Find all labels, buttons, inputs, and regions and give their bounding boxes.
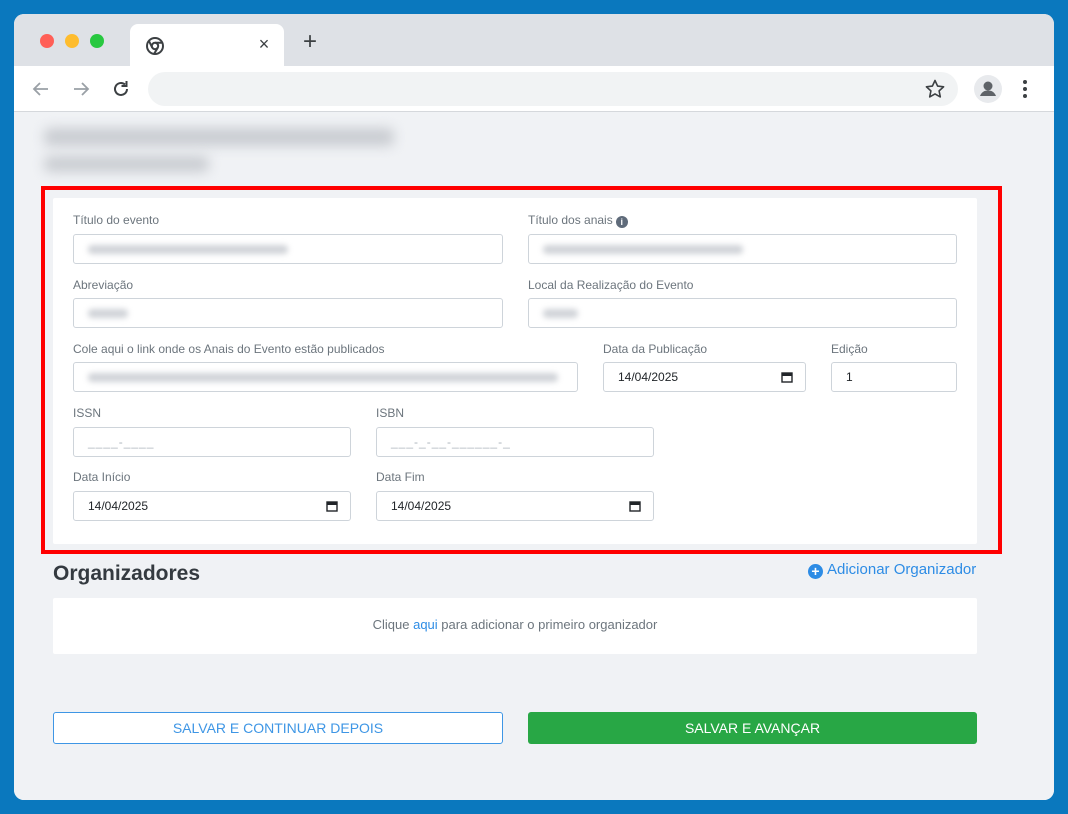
plus-circle-icon: + bbox=[808, 564, 823, 579]
issn-placeholder: ____-____ bbox=[88, 435, 155, 449]
new-tab-button[interactable]: + bbox=[300, 30, 320, 54]
chrome-icon bbox=[146, 37, 164, 55]
abreviacao-label: Abreviação bbox=[73, 278, 134, 292]
data-inicio-input[interactable]: 14/04/2025 bbox=[73, 491, 351, 521]
calendar-icon[interactable] bbox=[629, 500, 641, 512]
more-options-icon[interactable] bbox=[1017, 78, 1033, 100]
isbn-placeholder: ___-_-__-______-_ bbox=[391, 435, 511, 449]
back-arrow-icon[interactable] bbox=[30, 78, 52, 100]
data-publicacao-value: 14/04/2025 bbox=[618, 370, 679, 384]
save-continue-later-button[interactable]: SALVAR E CONTINUAR DEPOIS bbox=[53, 712, 503, 744]
minimize-window-button[interactable] bbox=[65, 34, 79, 48]
browser-toolbar bbox=[14, 66, 1054, 112]
close-window-button[interactable] bbox=[40, 34, 54, 48]
browser-window: × + Título do evento Título dos anais i … bbox=[14, 14, 1054, 800]
empty-prefix: Clique bbox=[372, 617, 414, 632]
data-fim-label: Data Fim bbox=[376, 470, 425, 484]
edicao-label: Edição bbox=[831, 342, 868, 356]
organizadores-title: Organizadores bbox=[53, 562, 201, 585]
blurred-page-heading bbox=[44, 128, 394, 146]
link-anais-label: Cole aqui o link onde os Anais do Evento… bbox=[73, 342, 385, 356]
data-fim-value: 14/04/2025 bbox=[391, 499, 452, 513]
edicao-input[interactable]: 1 bbox=[831, 362, 957, 392]
local-input[interactable] bbox=[528, 298, 957, 328]
calendar-icon[interactable] bbox=[781, 371, 793, 383]
isbn-label: ISBN bbox=[376, 406, 405, 420]
bookmark-star-icon[interactable] bbox=[924, 78, 946, 100]
local-label: Local da Realização do Evento bbox=[528, 278, 694, 292]
organizers-empty-state: Clique aqui para adicionar o primeiro or… bbox=[53, 598, 977, 654]
empty-suffix: para adicionar o primeiro organizador bbox=[437, 617, 658, 632]
address-bar[interactable] bbox=[148, 72, 958, 106]
edicao-value: 1 bbox=[846, 370, 853, 384]
save-advance-button[interactable]: SALVAR E AVANÇAR bbox=[528, 712, 977, 744]
maximize-window-button[interactable] bbox=[90, 34, 104, 48]
titulo-anais-label: Título dos anais bbox=[528, 213, 613, 227]
page-content: Título do evento Título dos anais i Abrev… bbox=[14, 112, 1054, 800]
forward-arrow-icon[interactable] bbox=[70, 78, 92, 100]
titulo-anais-label-wrap: Título dos anais i bbox=[528, 213, 628, 228]
data-inicio-value: 14/04/2025 bbox=[88, 499, 149, 513]
add-first-organizer-link[interactable]: aqui bbox=[413, 617, 438, 632]
titulo-evento-input[interactable] bbox=[73, 234, 503, 264]
person-icon bbox=[980, 81, 996, 96]
blurred-page-subheading bbox=[44, 156, 209, 172]
reload-icon[interactable] bbox=[110, 78, 132, 100]
data-fim-input[interactable]: 14/04/2025 bbox=[376, 491, 654, 521]
abreviacao-input[interactable] bbox=[73, 298, 503, 328]
issn-input[interactable]: ____-____ bbox=[73, 427, 351, 457]
data-publicacao-label: Data da Publicação bbox=[603, 342, 708, 356]
tab-close-icon[interactable]: × bbox=[255, 33, 273, 55]
calendar-icon[interactable] bbox=[326, 500, 338, 512]
event-form-card: Título do evento Título dos anais i Abrev… bbox=[53, 198, 977, 544]
titulo-anais-input[interactable] bbox=[528, 234, 957, 264]
data-publicacao-input[interactable]: 14/04/2025 bbox=[603, 362, 806, 392]
data-inicio-label: Data Início bbox=[73, 470, 131, 484]
add-organizer-link[interactable]: + Adicionar Organizador bbox=[808, 561, 976, 579]
link-anais-input[interactable] bbox=[73, 362, 578, 392]
browser-tab[interactable]: × bbox=[130, 24, 284, 66]
add-organizer-label: Adicionar Organizador bbox=[827, 561, 977, 578]
isbn-input[interactable]: ___-_-__-______-_ bbox=[376, 427, 654, 457]
profile-avatar[interactable] bbox=[974, 75, 1002, 103]
titulo-evento-label: Título do evento bbox=[73, 213, 160, 227]
info-icon[interactable]: i bbox=[615, 216, 628, 228]
tab-strip: × + bbox=[14, 14, 1054, 66]
issn-label: ISSN bbox=[73, 406, 102, 420]
